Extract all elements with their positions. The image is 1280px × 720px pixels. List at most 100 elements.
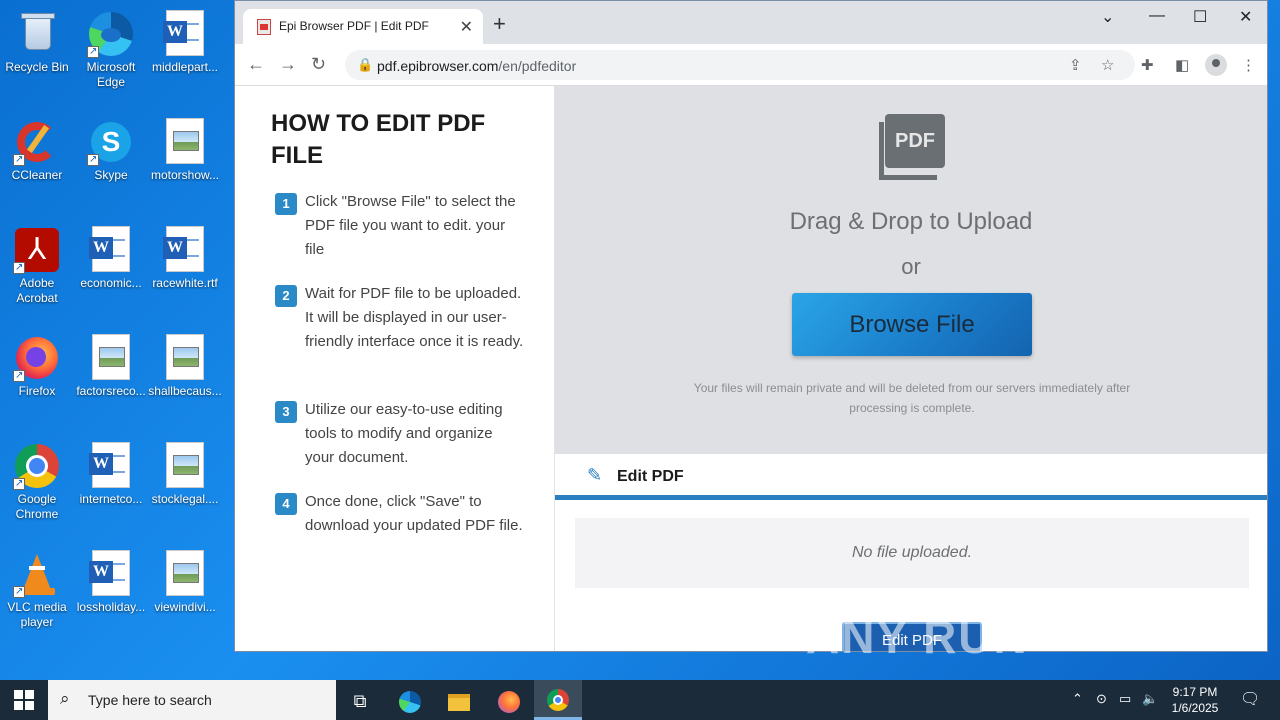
tab-title: Epi Browser PDF | Edit PDF [279, 19, 429, 33]
step-text: Click "Browse File" to select the PDF fi… [305, 193, 516, 258]
browse-file-button[interactable]: Browse File [792, 293, 1032, 356]
taskbar-firefox-icon[interactable] [496, 688, 522, 714]
tab-edit-pdf[interactable]: Epi Browser PDF | Edit PDF ✕ [243, 9, 483, 44]
maximize-button[interactable]: ☐ [1193, 7, 1207, 27]
desktop-icon-lossholiday[interactable]: W lossholiday... [74, 546, 148, 615]
step-number: 2 [275, 285, 297, 307]
profile-avatar[interactable] [1205, 54, 1227, 76]
desktop-icon-firefox[interactable]: Firefox [0, 330, 74, 399]
taskbar: ⌕ Type here to search ⧉ ⌃ ⊙ ▭ 🔈 9:17 PM … [0, 680, 1280, 720]
volume-icon[interactable]: 🔈 [1142, 691, 1158, 707]
clock-date: 1/6/2025 [1171, 701, 1219, 715]
close-tab-icon[interactable]: ✕ [460, 17, 473, 37]
desktop: Recycle Bin Microsoft Edge W middlepart.… [0, 0, 234, 680]
vlc-icon [13, 550, 61, 599]
ccleaner-icon [13, 118, 61, 167]
step-number: 1 [275, 193, 297, 215]
url-text: pdf.epibrowser.com/en/pdfeditor [377, 58, 576, 74]
address-bar[interactable]: 🔒 pdf.epibrowser.com/en/pdfeditor ⇪ ☆ [345, 50, 1135, 80]
desktop-icon-label: shallbecaus... [148, 384, 222, 398]
desktop-icon-label: Adobe Acrobat [16, 276, 58, 305]
desktop-icon-label: motorshow... [150, 168, 220, 182]
pdf-icon-label: PDF [885, 114, 945, 168]
desktop-icon-skype[interactable]: S Skype [74, 114, 148, 183]
word-doc-icon: W [87, 226, 135, 274]
desktop-icon-vlc[interactable]: VLC media player [0, 546, 74, 630]
upload-dropzone[interactable]: PDF Drag & Drop to Upload or Browse File… [555, 86, 1267, 454]
page-content: HOW TO EDIT PDF FILE 1 Click "Browse Fil… [235, 86, 1267, 651]
recycle-bin-icon [13, 10, 61, 58]
file-explorer-icon[interactable] [446, 688, 472, 714]
desktop-icon-motorshow[interactable]: motorshow... [148, 114, 222, 183]
desktop-icon-racewhite[interactable]: W racewhite.rtf [148, 222, 222, 291]
desktop-icon-label: racewhite.rtf [152, 276, 218, 290]
desktop-icon-label: stocklegal.... [151, 492, 219, 506]
desktop-icon-internetco[interactable]: W internetco... [74, 438, 148, 507]
url-host: pdf.epibrowser.com [377, 58, 499, 74]
desktop-icon-ccleaner[interactable]: CCleaner [0, 114, 74, 183]
step-text: Utilize our easy-to-use editing tools to… [305, 401, 503, 466]
taskbar-edge-icon[interactable] [397, 688, 423, 714]
edge-icon [87, 10, 135, 59]
search-icon: ⌕ [60, 689, 70, 708]
desktop-icon-viewindivi[interactable]: viewindivi... [148, 546, 222, 615]
desktop-icon-recycle-bin[interactable]: Recycle Bin [0, 6, 74, 75]
desktop-icon-label: Google Chrome [15, 492, 59, 521]
network-icon[interactable]: ▭ [1119, 691, 1131, 707]
or-text: or [901, 254, 921, 279]
bookmark-star-icon[interactable]: ☆ [1101, 56, 1114, 74]
drag-drop-text: Drag & Drop to Upload [789, 208, 1033, 235]
step-text: Once done, click "Save" to download your… [305, 493, 523, 534]
search-placeholder: Type here to search [88, 692, 212, 708]
desktop-icon-label: factorsreco... [76, 384, 146, 398]
tray-chevron-up-icon[interactable]: ⌃ [1072, 691, 1083, 707]
editor-panel: PDF Drag & Drop to Upload or Browse File… [555, 86, 1267, 651]
desktop-icon-label: CCleaner [11, 168, 63, 182]
taskbar-chrome-button[interactable] [534, 680, 582, 720]
start-button[interactable] [14, 690, 34, 710]
lock-icon[interactable]: 🔒 [357, 57, 373, 73]
desktop-icon-stocklegal[interactable]: stocklegal.... [148, 438, 222, 507]
desktop-icon-middlepart[interactable]: W middlepart... [148, 6, 222, 75]
tray-device-icon[interactable]: ⊙ [1096, 691, 1107, 707]
desktop-icon-acrobat[interactable]: ⅄ Adobe Acrobat [0, 222, 74, 306]
share-icon[interactable]: ⇪ [1069, 56, 1082, 74]
tab-bar: Epi Browser PDF | Edit PDF ✕ + ⌄ — ☐ ✕ [235, 1, 1267, 44]
desktop-icon-factorsreco[interactable]: factorsreco... [74, 330, 148, 399]
acrobat-icon: ⅄ [13, 226, 61, 275]
desktop-icon-economic[interactable]: W economic... [74, 222, 148, 291]
instructions-panel: HOW TO EDIT PDF FILE 1 Click "Browse Fil… [235, 86, 555, 651]
forward-button[interactable]: → [279, 54, 297, 75]
system-clock[interactable]: 9:17 PM 1/6/2025 [1168, 684, 1222, 716]
image-file-icon [161, 118, 209, 166]
word-doc-icon: W [87, 442, 135, 490]
word-doc-icon: W [161, 226, 209, 274]
task-view-icon[interactable]: ⧉ [347, 688, 373, 714]
side-panel-icon[interactable]: ◧ [1175, 56, 1189, 74]
reload-button[interactable]: ↻ [311, 54, 326, 75]
pencil-icon: ✎ [587, 465, 603, 485]
desktop-icon-label: lossholiday... [76, 600, 146, 614]
taskbar-search-box[interactable]: ⌕ Type here to search [48, 680, 336, 720]
notifications-icon[interactable]: 🗨 [1240, 689, 1260, 709]
desktop-icon-chrome[interactable]: Google Chrome [0, 438, 74, 522]
desktop-icon-shallbecaus[interactable]: shallbecaus... [148, 330, 222, 399]
desktop-icon-label: VLC media player [7, 600, 67, 629]
desktop-icon-label: Recycle Bin [5, 60, 69, 74]
extensions-puzzle-icon[interactable]: ✚ [1141, 56, 1154, 74]
tab-search-chevron-down-icon[interactable]: ⌄ [1101, 7, 1114, 27]
menu-kebab-icon[interactable]: ⋮ [1241, 56, 1256, 74]
image-file-icon [161, 550, 209, 598]
image-file-icon [161, 442, 209, 490]
new-tab-button[interactable]: + [493, 11, 506, 37]
chrome-icon [13, 442, 61, 491]
desktop-icon-edge[interactable]: Microsoft Edge [74, 6, 148, 90]
back-button[interactable]: ← [247, 54, 265, 75]
minimize-button[interactable]: — [1149, 7, 1165, 25]
skype-icon: S [87, 118, 135, 167]
firefox-icon [13, 334, 61, 383]
clock-time: 9:17 PM [1172, 685, 1218, 699]
desktop-icon-label: Firefox [18, 384, 56, 398]
close-window-button[interactable]: ✕ [1239, 7, 1252, 27]
word-doc-icon: W [161, 10, 209, 58]
